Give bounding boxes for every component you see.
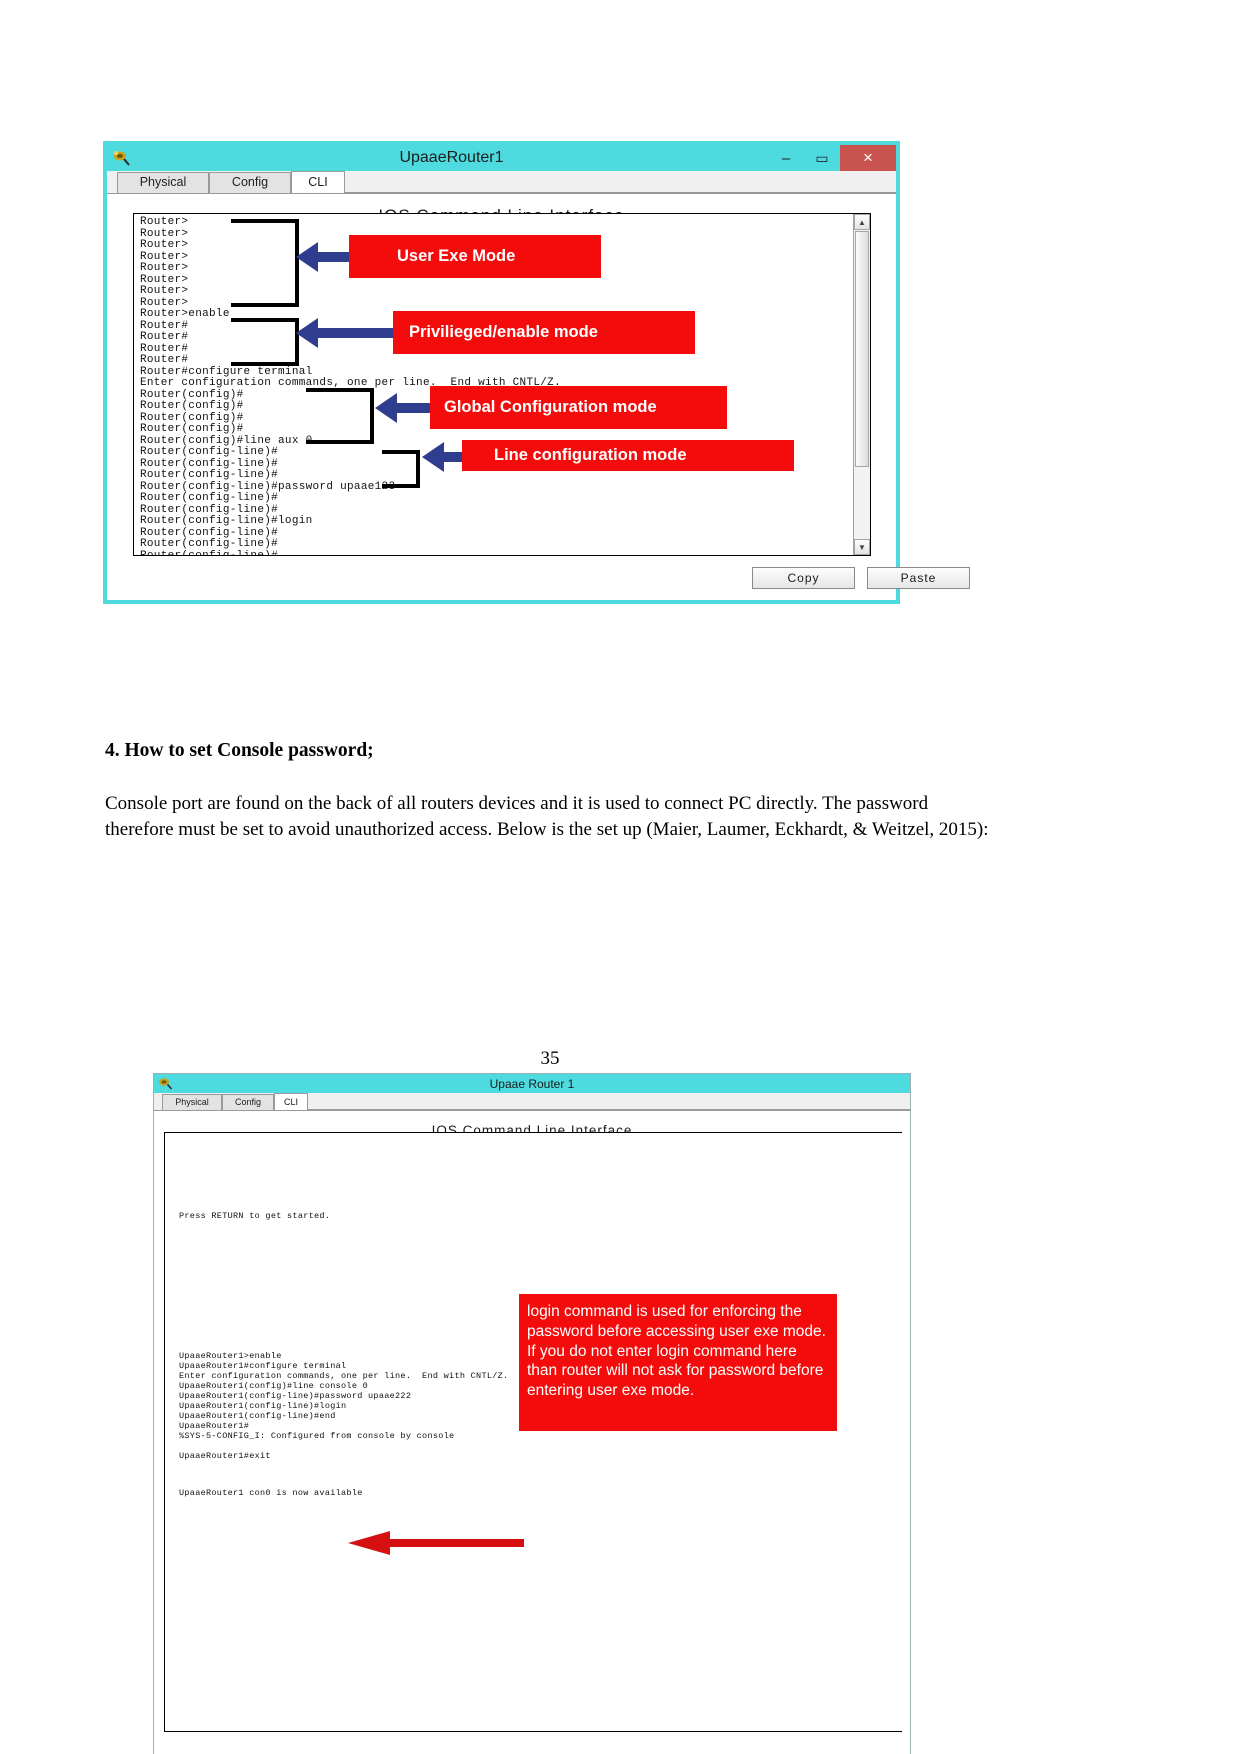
figure1-button-bar: Copy Paste [752, 567, 970, 589]
figure1-titlebar: UpaaeRouter1 – ▭ × [107, 145, 896, 171]
tab-physical[interactable]: Physical [117, 172, 209, 193]
tab-physical[interactable]: Physical [162, 1094, 222, 1110]
figure2-tab-strip: Physical Config CLI [154, 1093, 910, 1111]
arrow-privileged-mode [296, 318, 396, 348]
tab-cli-label: CLI [308, 175, 328, 189]
figure1-window-controls: – ▭ × [768, 145, 896, 171]
tab-cli[interactable]: CLI [291, 171, 345, 193]
copy-button-label: Copy [787, 571, 820, 585]
maximize-button[interactable]: ▭ [804, 145, 840, 171]
figure2-console[interactable]: Press RETURN to get started. UpaaeRouter… [164, 1132, 902, 1732]
callout-privileged-mode-label: Privilieged/enable mode [409, 323, 598, 341]
tab-strip-filler [308, 1108, 910, 1110]
tab-config-label: Config [231, 175, 269, 189]
close-button[interactable]: × [840, 145, 896, 171]
bracket-privileged [231, 318, 299, 366]
copy-button[interactable]: Copy [752, 567, 855, 589]
scroll-thumb[interactable] [855, 231, 869, 467]
section-heading: 4. How to set Console password; [105, 740, 374, 761]
callout-line-config-mode: Line configuration mode [462, 440, 794, 471]
callout-user-exe-mode-label: User Exe Mode [397, 247, 516, 265]
figure1-console-scrollbar[interactable]: ▲ ▼ [853, 214, 870, 555]
scroll-down-icon[interactable]: ▼ [854, 539, 870, 555]
callout-login-command: login command is used for enforcing the … [519, 1294, 837, 1431]
figure2-titlebar: Upaae Router 1 [154, 1074, 910, 1093]
callout-global-config-mode: Global Configuration mode [430, 386, 727, 429]
packet-tracer-icon [107, 145, 135, 171]
tab-cli-label: CLI [283, 1097, 298, 1107]
body-paragraph: Console port are found on the back of al… [105, 793, 989, 840]
callout-privileged-mode: Privilieged/enable mode [393, 311, 695, 354]
page-number: 35 [540, 1048, 560, 1069]
minimize-button[interactable]: – [768, 145, 804, 171]
tab-config[interactable]: Config [222, 1094, 274, 1110]
paste-button[interactable]: Paste [867, 567, 970, 589]
tab-config-label: Config [234, 1097, 261, 1107]
tab-physical-label: Physical [175, 1097, 209, 1107]
bracket-global-config [306, 388, 374, 444]
bracket-line-config [382, 450, 420, 488]
callout-global-config-mode-label: Global Configuration mode [444, 398, 657, 416]
tab-strip-filler [345, 191, 896, 193]
tab-physical-label: Physical [139, 175, 187, 189]
callout-line-config-mode-label: Line configuration mode [494, 446, 687, 464]
tab-cli[interactable]: CLI [274, 1093, 308, 1110]
packet-tracer-icon [154, 1074, 176, 1093]
arrow-login-command [348, 1531, 524, 1555]
tab-config[interactable]: Config [209, 172, 291, 193]
figure2-console-text: UpaaeRouter1>enable UpaaeRouter1#configu… [179, 1351, 509, 1461]
scroll-up-icon[interactable]: ▲ [854, 214, 870, 230]
figure2-window-title: Upaae Router 1 [489, 1076, 575, 1091]
callout-user-exe-mode: User Exe Mode [349, 235, 601, 278]
figure1-window-title: UpaaeRouter1 [399, 149, 504, 166]
figure2-console-top-line: Press RETURN to get started. [179, 1211, 331, 1221]
callout-login-command-text: login command is used for enforcing the … [527, 1303, 826, 1400]
figure1-window: UpaaeRouter1 – ▭ × Physical Config CLI I… [103, 141, 970, 604]
figure2-console-footer-line: UpaaeRouter1 con0 is now available [179, 1488, 363, 1498]
paste-button-label: Paste [900, 571, 937, 585]
bracket-user-exe [231, 219, 299, 307]
figure1-tab-strip: Physical Config CLI [107, 171, 896, 194]
